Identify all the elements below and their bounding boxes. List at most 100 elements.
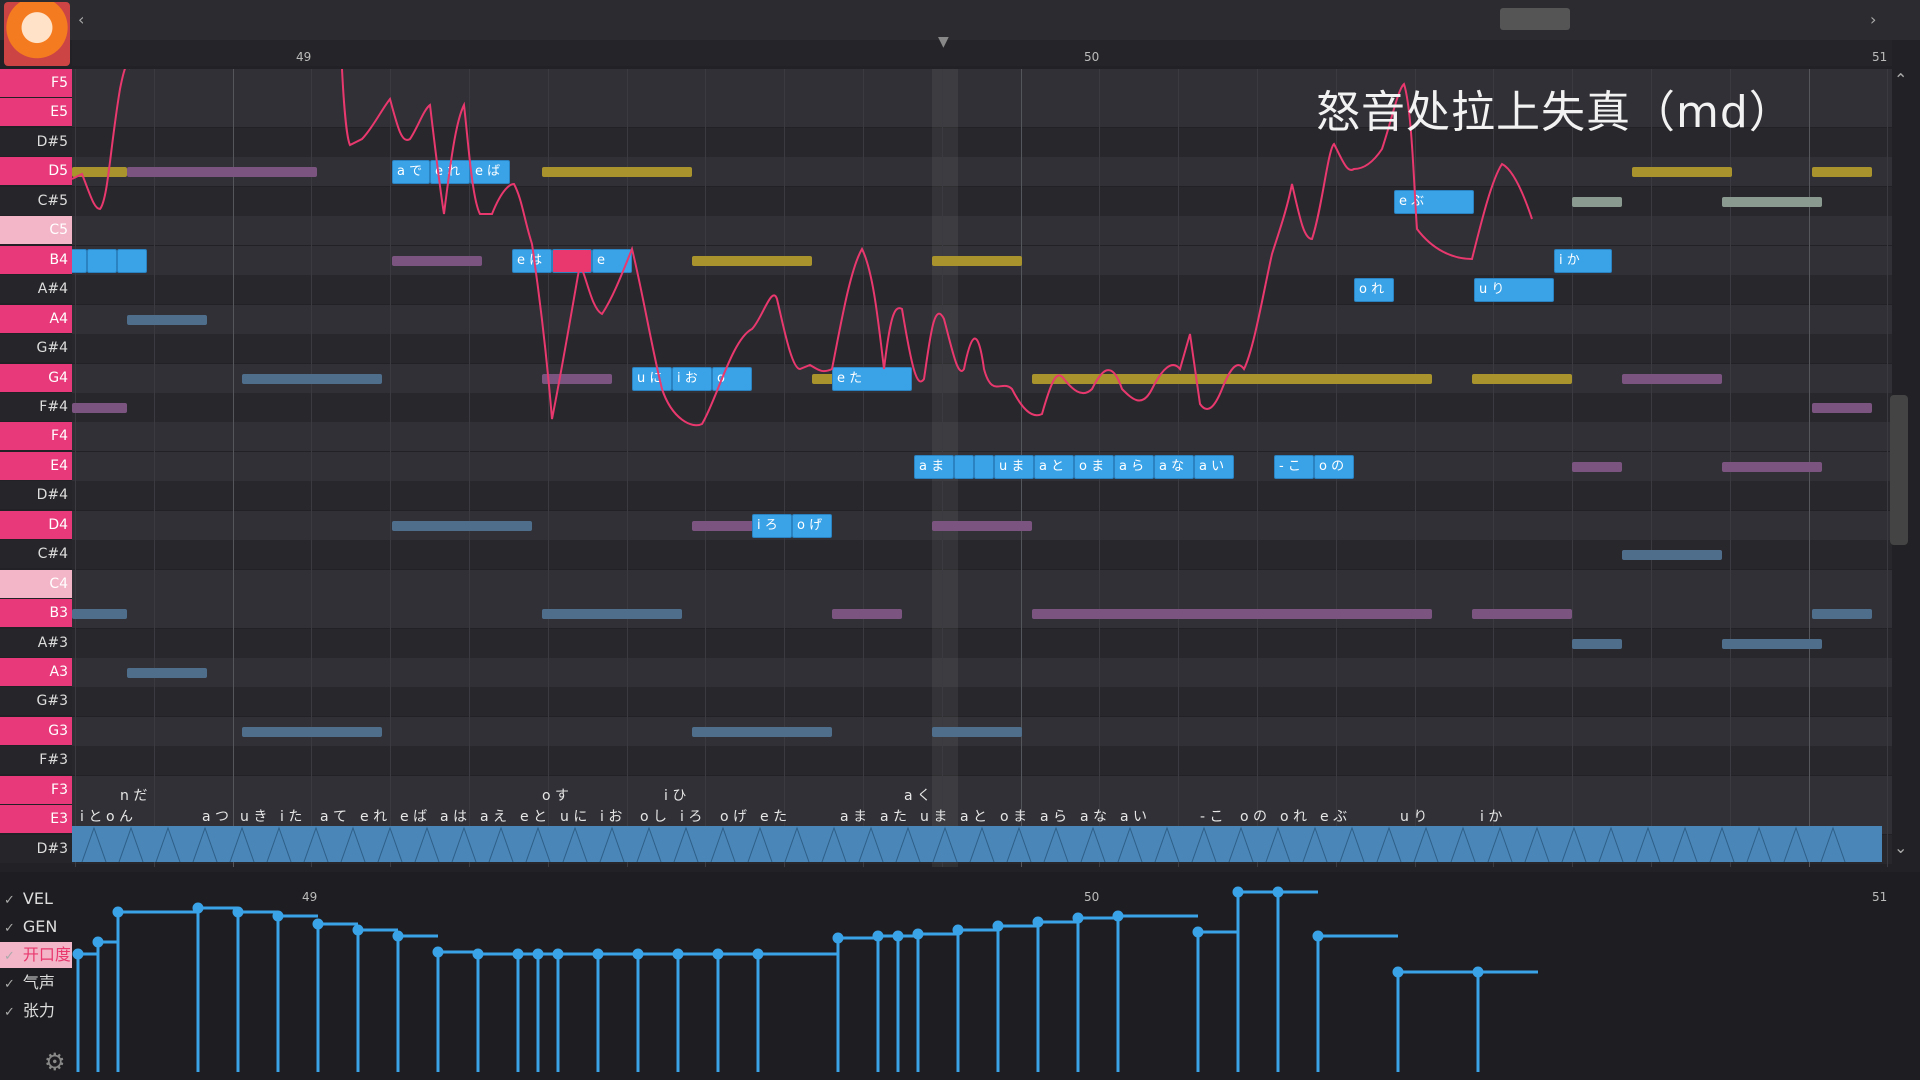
piano-key[interactable]: A3: [0, 658, 72, 686]
parameter-panel[interactable]: ✓ VEL ✓ GEN ✓ 开口度 ✓ 气声 ✓ 张力 49 50 51: [0, 872, 1920, 1080]
phoneme-label[interactable]: a な: [1080, 806, 1107, 826]
velocity-handle[interactable]: [1072, 912, 1084, 924]
velocity-handle[interactable]: [1232, 886, 1244, 898]
velocity-handle[interactable]: [1112, 910, 1124, 922]
phoneme-label[interactable]: a た: [880, 806, 907, 826]
velocity-handle[interactable]: [992, 920, 1004, 932]
phoneme-label[interactable]: a て: [320, 806, 347, 826]
top-scroll-bar[interactable]: ‹ ›: [0, 0, 1920, 40]
phoneme-label[interactable]: e ば: [400, 806, 427, 826]
piano-key[interactable]: C#5: [0, 186, 72, 215]
playhead-marker-icon[interactable]: ▼: [938, 34, 949, 50]
chevron-down-icon[interactable]: ⌄: [1894, 838, 1907, 857]
phoneme-label[interactable]: a ら: [1040, 806, 1067, 826]
piano-key[interactable]: D#4: [0, 481, 72, 510]
phoneme-label[interactable]: u ま: [920, 806, 947, 826]
piano-key[interactable]: F5: [0, 69, 72, 97]
phoneme-label[interactable]: o し: [640, 806, 667, 826]
phoneme-label[interactable]: o れ: [1280, 806, 1307, 826]
phoneme-label[interactable]: i と: [80, 806, 102, 826]
phoneme-label[interactable]: a え: [480, 806, 507, 826]
piano-key[interactable]: E5: [0, 98, 72, 127]
piano-key[interactable]: E3: [0, 805, 72, 834]
gear-icon[interactable]: ⚙: [44, 1048, 66, 1076]
piano-key[interactable]: A#3: [0, 628, 72, 657]
velocity-handle[interactable]: [1312, 930, 1324, 942]
piano-key[interactable]: B3: [0, 599, 72, 628]
velocity-handle[interactable]: [352, 924, 364, 936]
velocity-handle[interactable]: [472, 948, 484, 960]
phoneme-label[interactable]: u り: [1400, 806, 1427, 826]
phoneme-label[interactable]: o げ: [720, 806, 747, 826]
phoneme-label[interactable]: i た: [280, 806, 302, 826]
velocity-handle[interactable]: [1272, 886, 1284, 898]
singer-avatar[interactable]: [4, 2, 70, 66]
param-gen[interactable]: ✓ GEN: [0, 914, 72, 940]
velocity-handle[interactable]: [832, 932, 844, 944]
velocity-handle[interactable]: [952, 924, 964, 936]
phoneme-label[interactable]: a い: [1120, 806, 1147, 826]
phoneme-label[interactable]: i ろ: [680, 806, 702, 826]
velocity-handle[interactable]: [1472, 966, 1484, 978]
chevron-left-icon[interactable]: ‹: [78, 10, 84, 29]
velocity-handle[interactable]: [632, 948, 644, 960]
velocity-handle[interactable]: [592, 948, 604, 960]
velocity-handle[interactable]: [752, 948, 764, 960]
velocity-handle[interactable]: [92, 936, 104, 948]
param-vel[interactable]: ✓ VEL: [0, 886, 72, 912]
velocity-handle[interactable]: [112, 906, 124, 918]
piano-key[interactable]: F#4: [0, 392, 72, 421]
chevron-right-icon[interactable]: ›: [1870, 10, 1876, 29]
piano-key[interactable]: G#4: [0, 334, 72, 363]
phoneme-label[interactable]: a と: [960, 806, 987, 826]
phoneme-label[interactable]: o の: [1240, 806, 1267, 826]
phoneme-label[interactable]: e と: [520, 806, 547, 826]
piano-key[interactable]: F#3: [0, 746, 72, 775]
vertical-scroll-thumb[interactable]: [1890, 395, 1908, 545]
piano-key[interactable]: D#5: [0, 127, 72, 156]
phoneme-label[interactable]: o ん: [106, 806, 133, 826]
phoneme-label[interactable]: o ま: [1000, 806, 1027, 826]
piano-key[interactable]: D4: [0, 510, 72, 539]
piano-key[interactable]: E4: [0, 451, 72, 480]
velocity-handle[interactable]: [432, 946, 444, 958]
piano-key[interactable]: G#3: [0, 687, 72, 716]
phoneme-label[interactable]: i お: [600, 806, 622, 826]
velocity-handle[interactable]: [392, 930, 404, 942]
velocity-lanes[interactable]: [72, 872, 1892, 1072]
phoneme-label[interactable]: a ま: [840, 806, 867, 826]
velocity-handle[interactable]: [72, 948, 84, 960]
velocity-handle[interactable]: [672, 948, 684, 960]
piano-key[interactable]: D#3: [0, 834, 72, 863]
phoneme-label[interactable]: u に: [560, 806, 587, 826]
piano-key[interactable]: A4: [0, 304, 72, 333]
chevron-up-icon[interactable]: ⌃: [1894, 70, 1907, 89]
velocity-handle[interactable]: [912, 928, 924, 940]
phoneme-label[interactable]: i ひ: [664, 785, 686, 805]
velocity-handle[interactable]: [312, 918, 324, 930]
phoneme-label[interactable]: a く: [904, 785, 931, 805]
pitch-curve[interactable]: [72, 69, 1892, 867]
piano-key[interactable]: F3: [0, 775, 72, 804]
velocity-handle[interactable]: [512, 948, 524, 960]
phoneme-label[interactable]: - こ: [1200, 806, 1224, 826]
phoneme-label[interactable]: u き: [240, 806, 267, 826]
velocity-handle[interactable]: [1192, 926, 1204, 938]
velocity-handle[interactable]: [232, 906, 244, 918]
phoneme-label[interactable]: a つ: [202, 806, 229, 826]
horizontal-scroll-thumb[interactable]: [1500, 8, 1570, 30]
velocity-handle[interactable]: [712, 948, 724, 960]
piano-roll-grid[interactable]: a でe れe ばe はeu にi おoe たi ろo げa まu まa とo …: [72, 69, 1892, 867]
phoneme-label[interactable]: e れ: [360, 806, 387, 826]
phoneme-label[interactable]: a は: [440, 806, 467, 826]
timeline-ruler[interactable]: 49 50 51 ▼: [72, 34, 1892, 66]
piano-key[interactable]: F4: [0, 422, 72, 451]
phoneme-label[interactable]: e ぶ: [1320, 806, 1347, 826]
phoneme-label[interactable]: n だ: [120, 785, 147, 805]
piano-key[interactable]: C#4: [0, 540, 72, 569]
piano-key[interactable]: B4: [0, 245, 72, 274]
phoneme-label[interactable]: e た: [760, 806, 787, 826]
velocity-handle[interactable]: [552, 948, 564, 960]
velocity-handle[interactable]: [532, 948, 544, 960]
velocity-handle[interactable]: [192, 902, 204, 914]
